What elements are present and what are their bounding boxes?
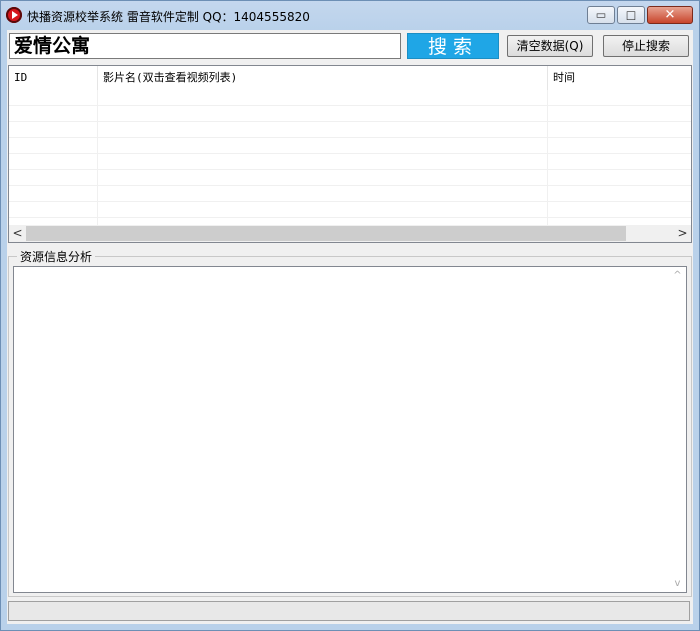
search-input[interactable]: 爱情公寓 [9,33,401,59]
minimize-icon: ▭ [595,8,607,22]
main-window: 快播资源校举系统 雷音软件定制 QQ：1404555820 ▭ □ ✕ 爱情公寓… [0,0,700,631]
list-row[interactable] [9,154,691,170]
maximize-button[interactable]: □ [617,6,645,24]
client-area: 爱情公寓 搜索 清空数据(Q) 停止搜索 ID 影片名(双击查看视频列表) 时间 [7,30,693,624]
window-title: 快播资源校举系统 雷音软件定制 QQ：1404555820 [27,10,310,24]
list-row[interactable] [9,138,691,154]
scroll-right-icon[interactable]: > [674,225,691,242]
window-controls: ▭ □ ✕ [585,6,693,24]
list-header: ID 影片名(双击查看视频列表) 时间 [9,66,691,90]
maximize-icon: □ [625,8,637,22]
list-row[interactable] [9,106,691,122]
search-button[interactable]: 搜索 [407,33,499,59]
list-row[interactable] [9,122,691,138]
results-list[interactable]: ID 影片名(双击查看视频列表) 时间 < > [8,65,692,243]
app-play-icon [6,7,22,23]
title-bar[interactable]: 快播资源校举系统 雷音软件定制 QQ：1404555820 ▭ □ ✕ [1,1,699,31]
group-label: 资源信息分析 [17,248,96,265]
scroll-up-icon[interactable]: ^ [669,267,686,284]
list-row[interactable] [9,202,691,218]
close-icon: ✕ [664,7,676,23]
column-header-time[interactable]: 时间 [548,66,691,90]
status-bar [8,601,690,621]
list-row[interactable] [9,90,691,106]
close-button[interactable]: ✕ [647,6,693,24]
scroll-thumb[interactable] [26,226,626,241]
minimize-button[interactable]: ▭ [587,6,615,24]
scroll-left-icon[interactable]: < [9,225,26,242]
resource-info-textarea[interactable]: ^ v [13,266,687,593]
clear-data-button[interactable]: 清空数据(Q) [507,35,593,57]
vertical-scrollbar[interactable]: ^ v [669,267,686,592]
horizontal-scrollbar[interactable]: < > [9,225,691,242]
stop-search-button[interactable]: 停止搜索 [603,35,689,57]
resource-info-group: 资源信息分析 ^ v [8,248,692,597]
column-header-title[interactable]: 影片名(双击查看视频列表) [98,66,548,90]
column-header-id[interactable]: ID [9,66,98,90]
list-row[interactable] [9,170,691,186]
list-row[interactable] [9,186,691,202]
list-rows [9,90,691,242]
scroll-down-icon[interactable]: v [669,575,686,592]
